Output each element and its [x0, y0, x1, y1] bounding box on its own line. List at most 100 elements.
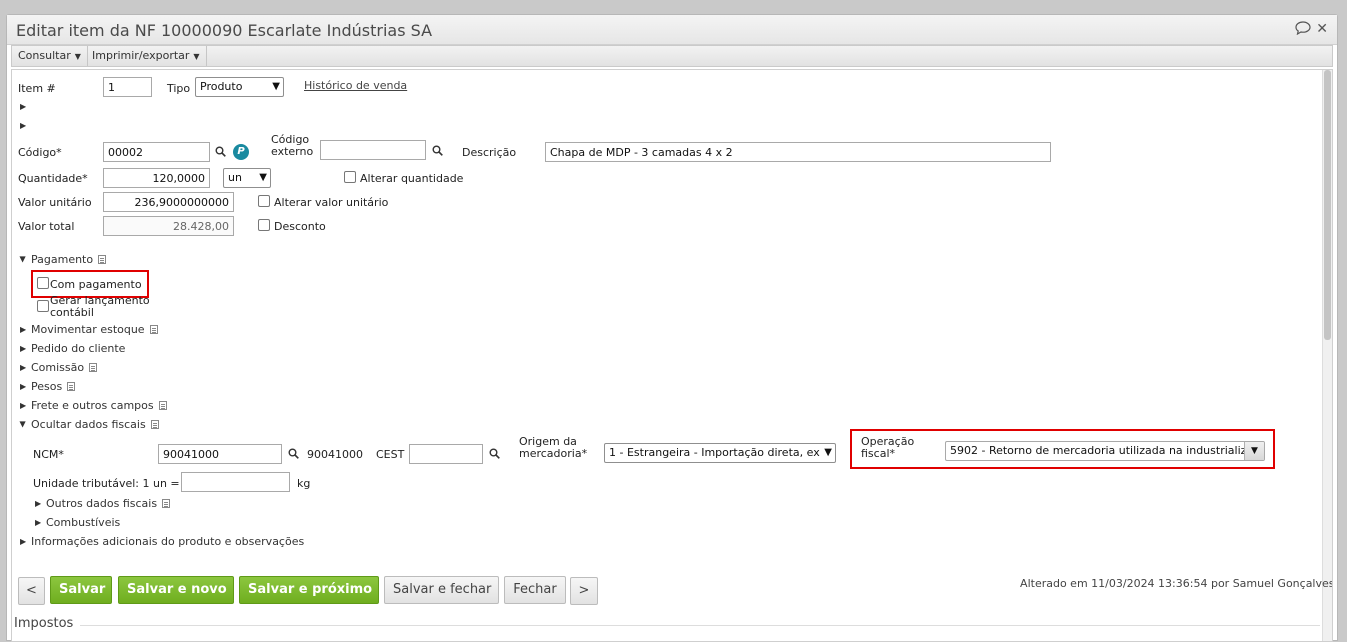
desconto-label: Desconto	[274, 220, 326, 233]
ncm-label: NCM*	[33, 448, 64, 461]
salvar-fechar-button[interactable]: Salvar e fechar	[384, 576, 499, 604]
codigo-externo-input[interactable]	[320, 140, 426, 160]
chevron-down-icon: ▼	[1244, 442, 1264, 460]
alterar-valor-unitario-label: Alterar valor unitário	[274, 196, 389, 209]
comment-icon[interactable]	[1295, 21, 1311, 39]
item-label: Item #	[18, 82, 56, 95]
impostos-divider	[80, 625, 1320, 626]
fechar-button[interactable]: Fechar	[504, 576, 566, 604]
alterar-valor-unitario-checkbox[interactable]	[258, 195, 270, 207]
quantidade-input[interactable]	[103, 168, 210, 188]
dialog-titlebar: Editar item da NF 10000090 Escarlate Ind…	[7, 15, 1337, 45]
search-icon[interactable]	[489, 448, 500, 462]
expand-arrow-icon[interactable]: ▶	[20, 382, 26, 391]
salvar-button[interactable]: Salvar	[50, 576, 112, 604]
gerar-lancamento-label: Gerar lançamento contábil	[50, 295, 150, 319]
item-input[interactable]	[103, 77, 152, 97]
tipo-label: Tipo	[167, 82, 191, 95]
list-icon	[158, 401, 167, 410]
alterar-quantidade-label: Alterar quantidade	[360, 172, 464, 185]
section-combustiveis[interactable]: Combustíveis	[46, 516, 120, 529]
imprimir-menu[interactable]: Imprimir/exportar ▼	[86, 46, 207, 66]
list-icon	[150, 420, 159, 429]
previous-button[interactable]: <	[18, 577, 45, 605]
gerar-lancamento-line2: contábil	[50, 306, 94, 319]
operacao-fiscal-select[interactable]: 5902 - Retorno de mercadoria utilizada n…	[945, 441, 1265, 461]
list-icon	[98, 255, 107, 264]
com-pagamento-checkbox[interactable]	[37, 277, 49, 289]
expand-arrow-icon[interactable]: ▶	[20, 325, 26, 334]
section-pedido-cliente[interactable]: Pedido do cliente	[31, 342, 125, 355]
unidade-select[interactable]: un ▼	[223, 168, 271, 188]
section-movimentar-estoque-label: Movimentar estoque	[31, 323, 145, 336]
section-ocultar-fiscais-label: Ocultar dados fiscais	[31, 418, 146, 431]
section-movimentar-estoque[interactable]: Movimentar estoque	[31, 323, 158, 336]
cest-input[interactable]	[409, 444, 483, 464]
collapse-arrow-icon[interactable]: ▶	[19, 256, 28, 262]
unidade-tributavel-input[interactable]	[181, 472, 290, 492]
origem-value: 1 - Estrangeira - Importação direta, ex	[609, 446, 820, 459]
list-icon	[162, 499, 171, 508]
consultar-menu[interactable]: Consultar ▼	[12, 46, 88, 66]
salvar-novo-button[interactable]: Salvar e novo	[118, 576, 234, 604]
section-info-adicionais[interactable]: Informações adicionais do produto e obse…	[31, 535, 304, 548]
codigo-input[interactable]	[103, 142, 210, 162]
operacao-fiscal-value: 5902 - Retorno de mercadoria utilizada n…	[950, 444, 1254, 457]
ncm-input[interactable]	[158, 444, 282, 464]
section-ocultar-fiscais[interactable]: Ocultar dados fiscais	[31, 418, 159, 431]
section-pagamento-label: Pagamento	[31, 253, 94, 266]
historico-venda-link[interactable]: Histórico de venda	[304, 79, 407, 92]
codigo-externo-label-line2: externo	[271, 145, 314, 158]
status-alterado: Alterado em 11/03/2024 13:36:54 por Samu…	[1020, 577, 1333, 590]
search-icon[interactable]	[215, 146, 226, 160]
form-content: Item # Tipo Produto ▼ Histórico de venda…	[11, 69, 1333, 642]
section-frete[interactable]: Frete e outros campos	[31, 399, 167, 412]
chevron-down-icon: ▼	[824, 444, 832, 462]
section-outros-fiscais[interactable]: Outros dados fiscais	[46, 497, 171, 510]
collapse-arrow-icon[interactable]: ▶	[19, 421, 28, 427]
valor-unitario-label: Valor unitário	[18, 196, 92, 209]
expand-arrow-icon[interactable]: ▶	[20, 363, 26, 372]
descricao-input[interactable]	[545, 142, 1051, 162]
scrollbar[interactable]	[1322, 70, 1332, 641]
close-icon[interactable]: ✕	[1316, 21, 1328, 37]
cest-label: CEST	[376, 448, 405, 461]
desconto-checkbox[interactable]	[258, 219, 270, 231]
expand-arrow-icon[interactable]: ▶	[20, 537, 26, 546]
com-pagamento-label: Com pagamento	[50, 278, 142, 291]
origem-label: Origem da mercadoria*	[519, 436, 587, 460]
tipo-select[interactable]: Produto ▼	[195, 77, 284, 97]
section-outros-fiscais-label: Outros dados fiscais	[46, 497, 158, 510]
unidade-tributavel-label: Unidade tributável: 1 un =	[33, 477, 180, 490]
expand-arrow-icon[interactable]: ▶	[20, 401, 26, 410]
section-pesos[interactable]: Pesos	[31, 380, 76, 393]
gerar-lancamento-checkbox[interactable]	[37, 300, 49, 312]
scroll-thumb[interactable]	[1324, 70, 1331, 340]
expand-arrow-icon[interactable]: ▶	[20, 344, 26, 353]
section-comissao[interactable]: Comissão	[31, 361, 98, 374]
ncm-code-text: 90041000	[307, 448, 363, 461]
edit-item-dialog: Editar item da NF 10000090 Escarlate Ind…	[6, 14, 1338, 642]
salvar-proximo-button[interactable]: Salvar e próximo	[239, 576, 379, 604]
quantidade-label: Quantidade*	[18, 172, 88, 185]
valor-total-input	[103, 216, 234, 236]
search-icon[interactable]	[432, 145, 443, 159]
valor-total-label: Valor total	[18, 220, 75, 233]
unidade-tributavel-unit: kg	[297, 477, 311, 490]
imprimir-label: Imprimir/exportar	[92, 49, 190, 62]
list-icon	[149, 325, 158, 334]
expand-arrow-icon[interactable]: ▶	[20, 102, 26, 111]
impostos-heading[interactable]: Impostos	[14, 616, 73, 631]
info-p-icon[interactable]: P	[233, 144, 249, 160]
next-button[interactable]: >	[570, 577, 598, 605]
section-pagamento[interactable]: Pagamento	[31, 253, 107, 266]
expand-arrow-icon[interactable]: ▶	[35, 518, 41, 527]
alterar-quantidade-checkbox[interactable]	[344, 171, 356, 183]
dialog-title: Editar item da NF 10000090 Escarlate Ind…	[16, 21, 433, 40]
chevron-down-icon: ▼	[259, 172, 267, 183]
search-icon[interactable]	[288, 448, 299, 462]
valor-unitario-input[interactable]	[103, 192, 234, 212]
expand-arrow-icon[interactable]: ▶	[35, 499, 41, 508]
origem-select[interactable]: 1 - Estrangeira - Importação direta, ex …	[604, 443, 836, 463]
expand-arrow-icon[interactable]: ▶	[20, 121, 26, 130]
